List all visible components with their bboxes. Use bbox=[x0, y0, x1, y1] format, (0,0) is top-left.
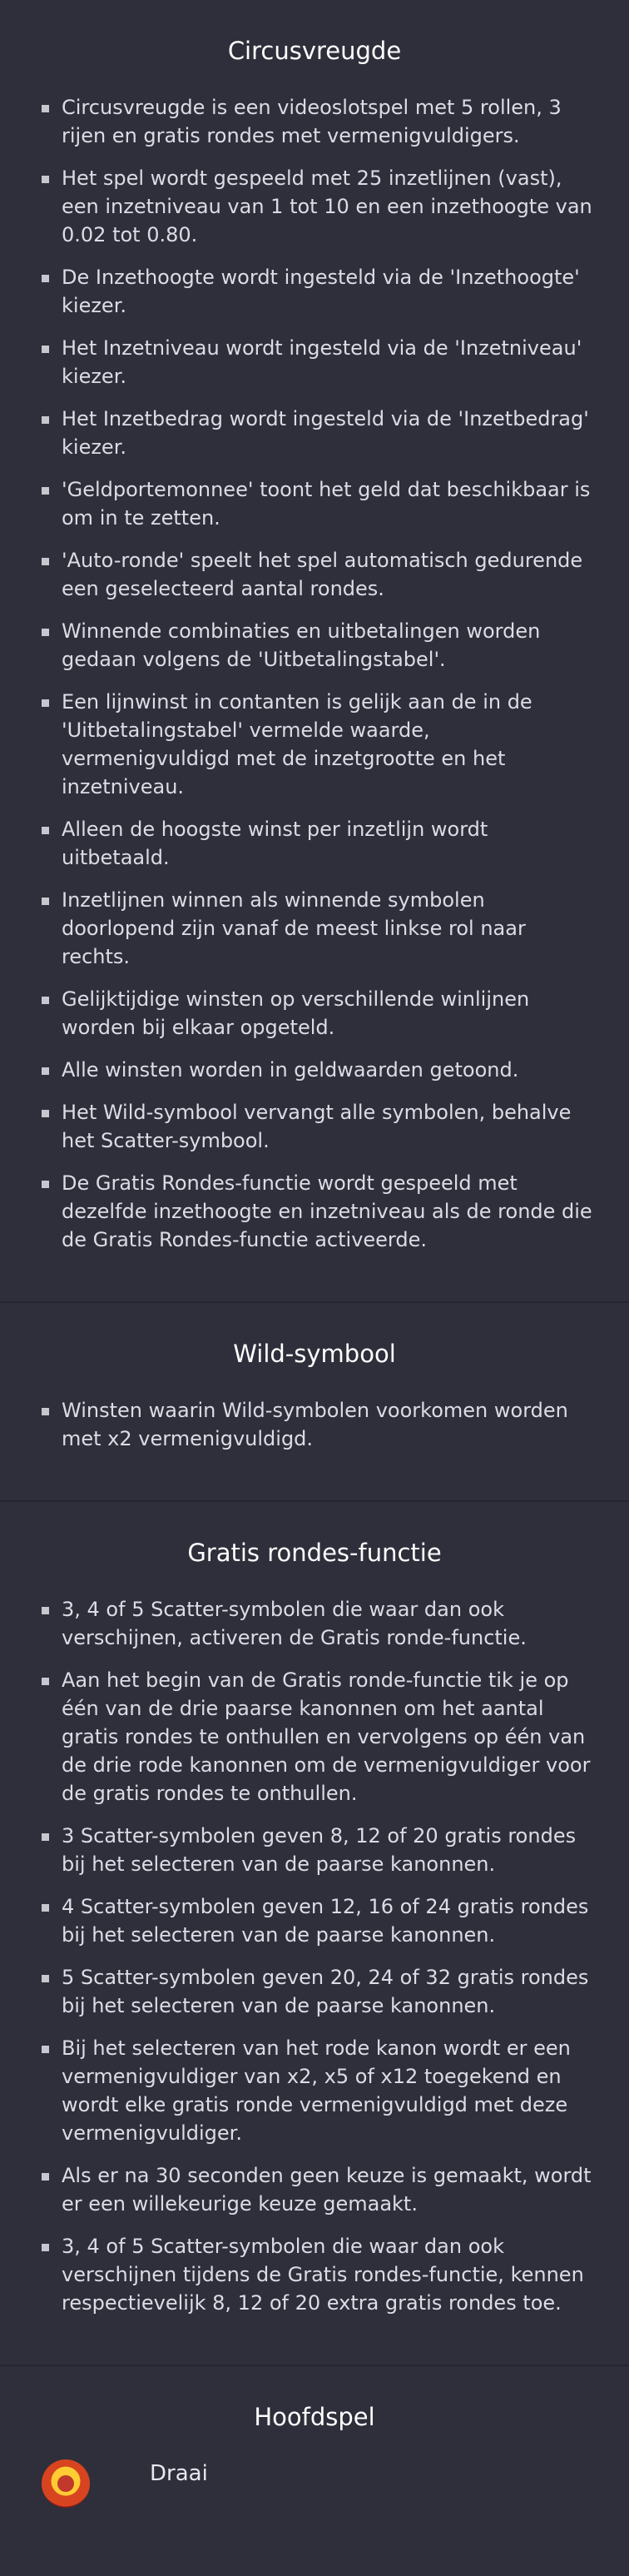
section-title: Wild-symbool bbox=[233, 1340, 396, 1368]
rules-list: Circusvreugde is een videoslotspel met 5… bbox=[37, 93, 592, 1254]
list-item: 5 Scatter-symbolen geven 20, 24 of 32 gr… bbox=[37, 1963, 592, 2020]
spin-button-icon bbox=[42, 2459, 90, 2508]
section-circusvreugde: Circusvreugde Circusvreugde is een video… bbox=[0, 0, 629, 1303]
list-item: 3, 4 of 5 Scatter-symbolen die waar dan … bbox=[37, 2232, 592, 2317]
feature-row-spin: Draai bbox=[37, 2459, 592, 2508]
list-item: Een lijnwinst in contanten is gelijk aan… bbox=[37, 688, 592, 801]
section-wild-symbol: Wild-symbool Winsten waarin Wild-symbole… bbox=[0, 1303, 629, 1502]
help-page: Circusvreugde Circusvreugde is een video… bbox=[0, 0, 629, 2541]
list-item: Aan het begin van de Gratis ronde-functi… bbox=[37, 1666, 592, 1808]
list-item: 'Auto-ronde' speelt het spel automatisch… bbox=[37, 546, 592, 603]
section-free-spins: Gratis rondes-functie 3, 4 of 5 Scatter-… bbox=[0, 1502, 629, 2366]
list-item: 'Geldportemonnee' toont het geld dat bes… bbox=[37, 475, 592, 532]
section-title: Hoofdspel bbox=[254, 2403, 375, 2431]
section-title: Circusvreugde bbox=[227, 37, 402, 65]
list-item: Het Inzetniveau wordt ingesteld via de '… bbox=[37, 334, 592, 390]
list-item: Het Inzetbedrag wordt ingesteld via de '… bbox=[37, 405, 592, 461]
section-title: Gratis rondes-functie bbox=[187, 1539, 442, 1567]
list-item: Het spel wordt gespeeld met 25 inzetlijn… bbox=[37, 164, 592, 249]
list-item: Bij het selecteren van het rode kanon wo… bbox=[37, 2034, 592, 2147]
list-item: De Inzethoogte wordt ingesteld via de 'I… bbox=[37, 263, 592, 320]
feature-label: Draai bbox=[150, 2461, 208, 2486]
list-item: Als er na 30 seconden geen keuze is gema… bbox=[37, 2161, 592, 2218]
list-item: Inzetlijnen winnen als winnende symbolen… bbox=[37, 886, 592, 971]
rules-list: 3, 4 of 5 Scatter-symbolen die waar dan … bbox=[37, 1595, 592, 2317]
list-item: 3, 4 of 5 Scatter-symbolen die waar dan … bbox=[37, 1595, 592, 1652]
list-item: Alleen de hoogste winst per inzetlijn wo… bbox=[37, 815, 592, 872]
list-item: Circusvreugde is een videoslotspel met 5… bbox=[37, 93, 592, 150]
list-item: 3 Scatter-symbolen geven 8, 12 of 20 gra… bbox=[37, 1822, 592, 1878]
list-item: Gelijktijdige winsten op verschillende w… bbox=[37, 985, 592, 1042]
list-item: Alle winsten worden in geldwaarden getoo… bbox=[37, 1056, 592, 1084]
section-main-game: Hoofdspel Draai bbox=[0, 2366, 629, 2541]
list-item: Het Wild-symbool vervangt alle symbolen,… bbox=[37, 1098, 592, 1155]
list-item: 4 Scatter-symbolen geven 12, 16 of 24 gr… bbox=[37, 1892, 592, 1949]
list-item: Winnende combinaties en uitbetalingen wo… bbox=[37, 617, 592, 674]
list-item: De Gratis Rondes-functie wordt gespeeld … bbox=[37, 1169, 592, 1254]
list-item: Winsten waarin Wild-symbolen voorkomen w… bbox=[37, 1396, 592, 1453]
rules-list: Winsten waarin Wild-symbolen voorkomen w… bbox=[37, 1396, 592, 1453]
